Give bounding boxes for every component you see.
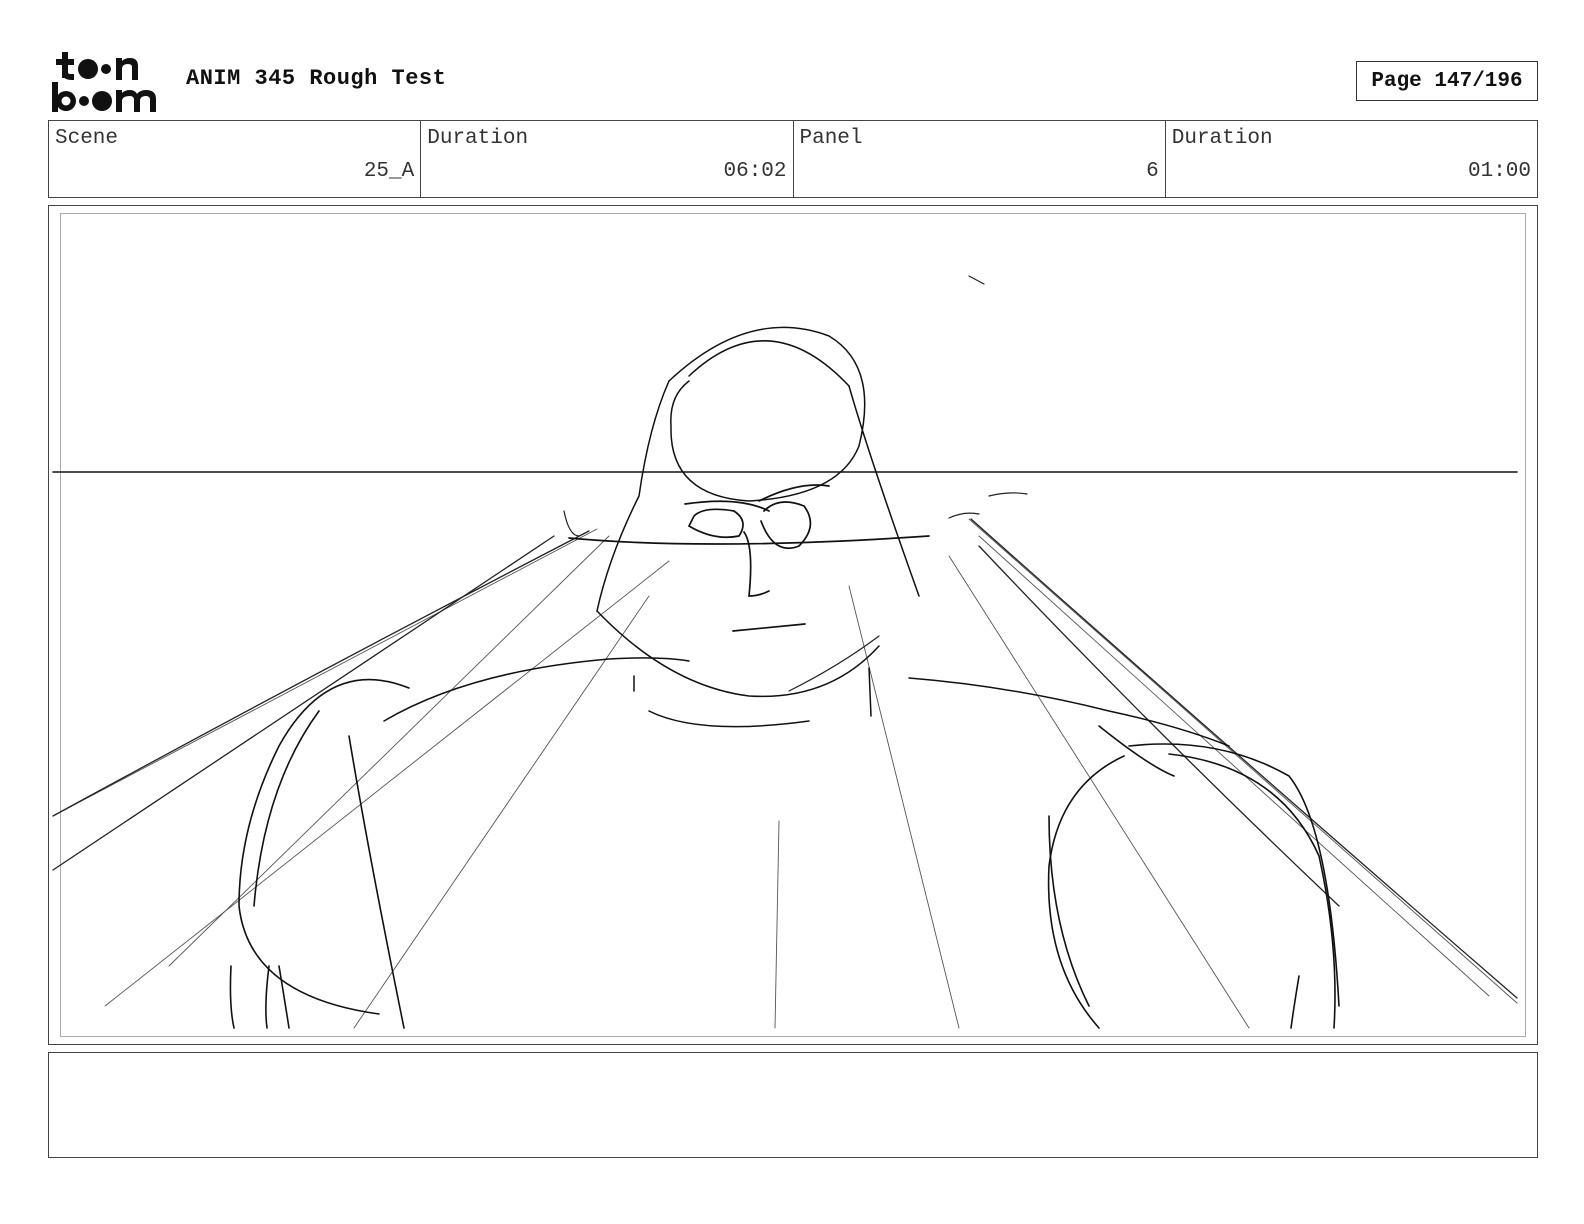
panel-duration-cell: Duration 01:00: [1166, 121, 1537, 197]
scene-duration-value: 06:02: [723, 160, 787, 183]
storyboard-panel: [48, 205, 1538, 1045]
scene-info-table: Scene 25_A Duration 06:02 Panel 6 Durati…: [48, 120, 1538, 198]
panel-label: Panel: [799, 127, 863, 150]
scene-duration-cell: Duration 06:02: [421, 121, 794, 197]
rough-sketch-drawing: [52, 275, 1518, 1029]
toon-boom-logo: [52, 52, 156, 112]
panel-value: 6: [1146, 160, 1159, 183]
scene-value: 25_A: [363, 160, 415, 183]
scene-duration-label: Duration: [427, 127, 529, 150]
panel-cell: Panel 6: [794, 121, 1166, 197]
panel-notes-box: [48, 1052, 1538, 1158]
page-indicator: Page 147/196: [1356, 61, 1538, 101]
panel-duration-label: Duration: [1171, 127, 1273, 150]
scene-label: Scene: [55, 127, 119, 150]
panel-duration-value: 01:00: [1467, 160, 1531, 183]
scene-cell: Scene 25_A: [49, 121, 422, 197]
document-title: ANIM 345 Rough Test: [186, 66, 447, 91]
